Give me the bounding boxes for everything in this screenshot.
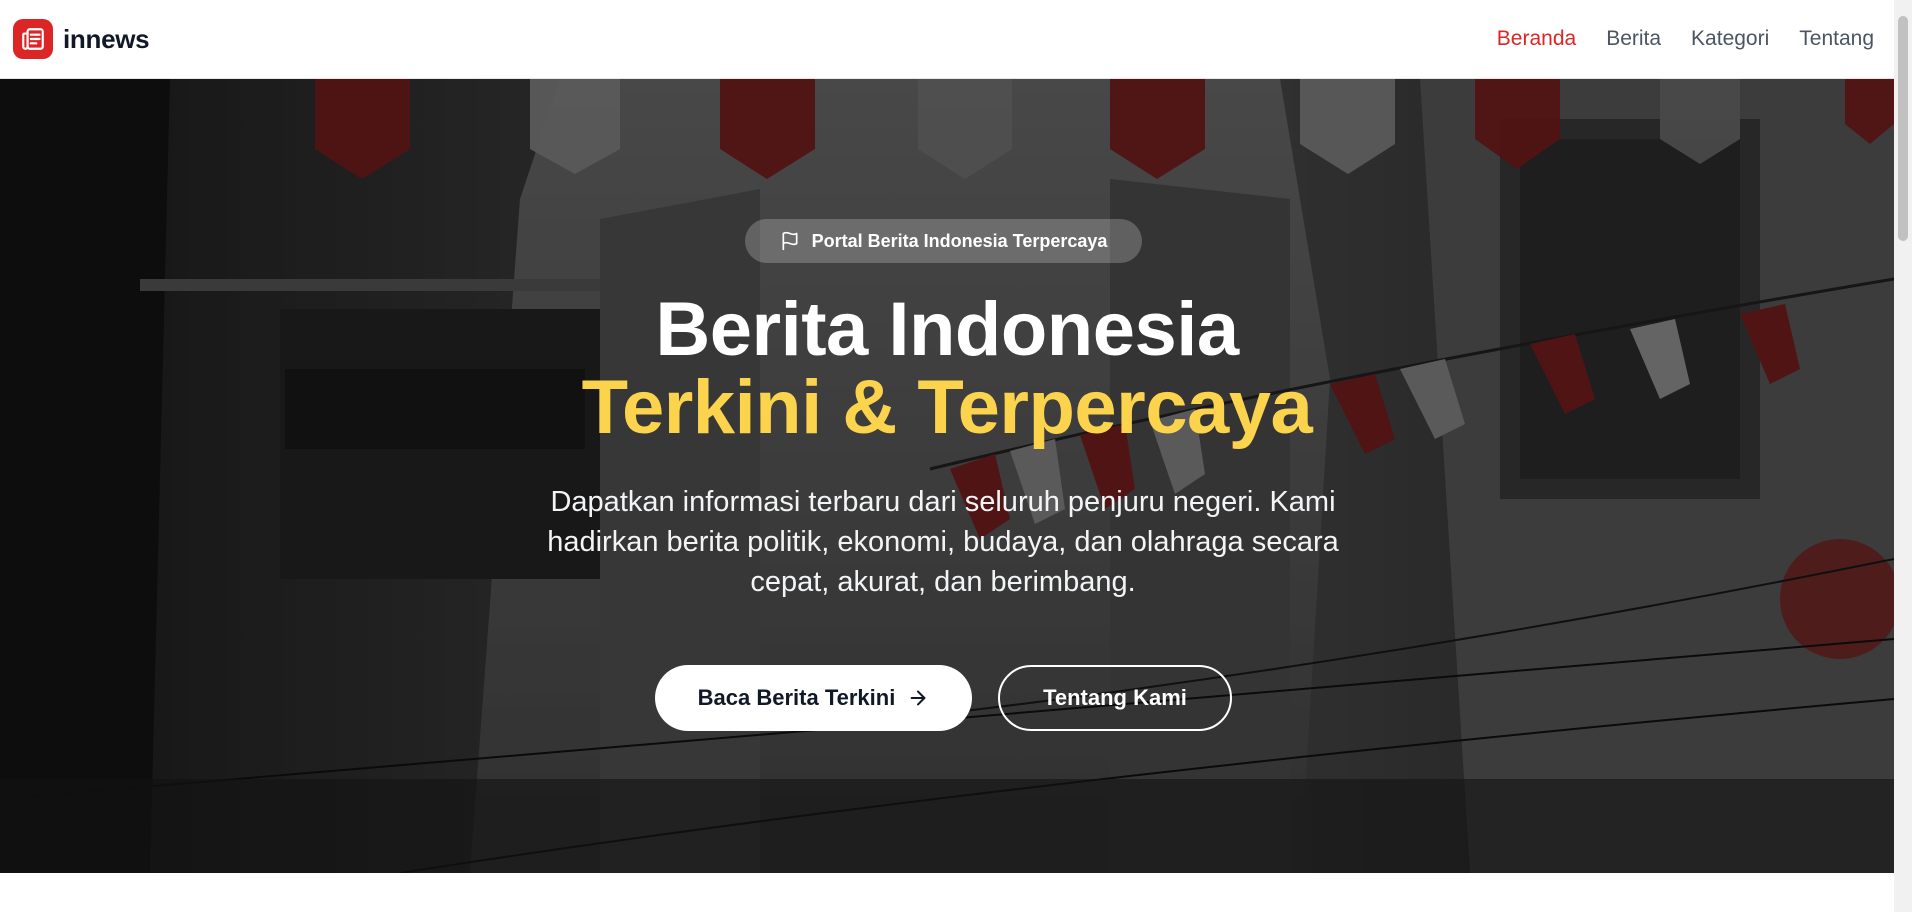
nav-item-tentang[interactable]: Tentang [1799, 27, 1874, 51]
arrow-right-icon [910, 690, 926, 706]
page-scrollbar[interactable] [1894, 0, 1912, 912]
hero-content: Portal Berita Indonesia Terpercaya Berit… [0, 79, 1894, 873]
newspaper-icon [13, 19, 53, 59]
about-us-button[interactable]: Tentang Kami [998, 665, 1232, 731]
nav-item-beranda[interactable]: Beranda [1497, 27, 1576, 51]
read-latest-news-label: Baca Berita Terkini [697, 685, 896, 710]
hero-badge: Portal Berita Indonesia Terpercaya [745, 219, 1142, 263]
hero-headline-line1: Berita Indonesia [655, 287, 1239, 372]
main-nav: Beranda Berita Kategori Tentang [1497, 27, 1874, 51]
brand-name: innews [63, 23, 150, 54]
hero-description: Dapatkan informasi terbaru dari seluruh … [547, 486, 1339, 598]
flag-icon [782, 231, 798, 251]
hero-headline-line2: Terkini & Terpercaya [581, 365, 1313, 450]
nav-item-berita[interactable]: Berita [1606, 27, 1661, 51]
top-navbar: innews Beranda Berita Kategori Tentang [0, 0, 1894, 79]
nav-item-kategori[interactable]: Kategori [1691, 27, 1769, 51]
scrollbar-thumb[interactable] [1898, 16, 1908, 241]
hero-section: Portal Berita Indonesia Terpercaya Berit… [0, 79, 1894, 873]
hero-badge-text: Portal Berita Indonesia Terpercaya [811, 230, 1108, 251]
page-below-hero [0, 873, 1894, 912]
about-us-label: Tentang Kami [1043, 685, 1187, 710]
read-latest-news-button[interactable]: Baca Berita Terkini [655, 665, 972, 731]
brand[interactable]: innews [13, 19, 150, 59]
